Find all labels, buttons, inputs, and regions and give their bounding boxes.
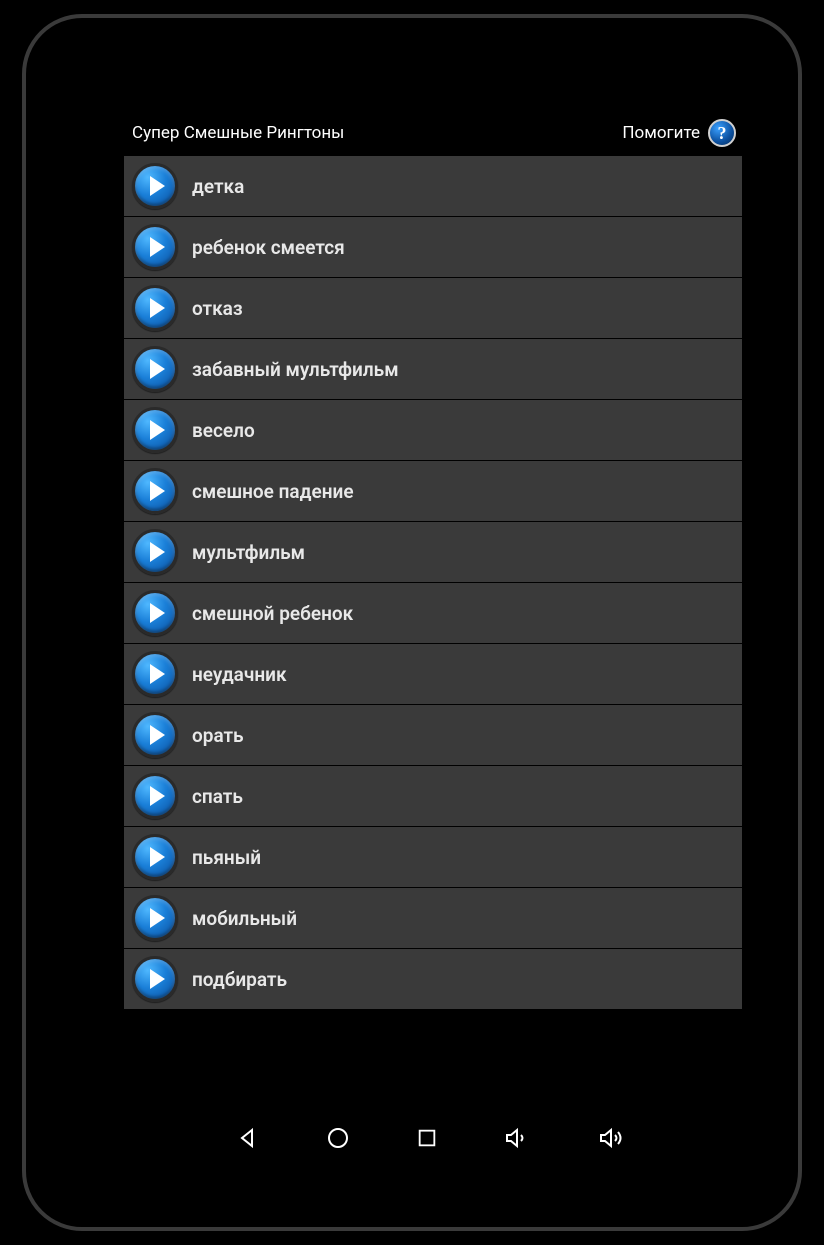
ringtone-label: смешной ребенок <box>192 602 353 625</box>
help-label[interactable]: Помогите <box>622 123 700 143</box>
play-icon[interactable] <box>132 224 178 270</box>
ringtone-label: смешное падение <box>192 480 354 503</box>
ringtone-list: детка ребенок смеется отказ забавный мул… <box>124 156 742 1009</box>
play-icon[interactable] <box>132 834 178 880</box>
play-icon[interactable] <box>132 651 178 697</box>
play-icon[interactable] <box>132 773 178 819</box>
ringtone-label: ребенок смеется <box>192 236 345 259</box>
app-header: Супер Смешные Рингтоны Помогите ? <box>124 110 742 156</box>
ringtone-label: забавный мультфильм <box>192 358 399 381</box>
play-icon[interactable] <box>132 895 178 941</box>
device-frame: Супер Смешные Рингтоны Помогите ? детка … <box>22 14 802 1231</box>
header-right: Помогите ? <box>622 119 736 147</box>
play-icon[interactable] <box>132 468 178 514</box>
list-item[interactable]: смешное падение <box>124 461 742 521</box>
list-item[interactable]: забавный мультфильм <box>124 339 742 399</box>
play-icon[interactable] <box>132 712 178 758</box>
help-question-mark: ? <box>718 123 727 144</box>
play-icon[interactable] <box>132 346 178 392</box>
list-item[interactable]: спать <box>124 766 742 826</box>
app-title: Супер Смешные Рингтоны <box>132 123 344 143</box>
ringtone-label: детка <box>192 175 244 198</box>
play-icon[interactable] <box>132 407 178 453</box>
play-icon[interactable] <box>132 956 178 1002</box>
ringtone-label: весело <box>192 419 255 442</box>
home-icon[interactable] <box>326 1126 350 1150</box>
list-item[interactable]: отказ <box>124 278 742 338</box>
list-item[interactable]: орать <box>124 705 742 765</box>
play-icon[interactable] <box>132 529 178 575</box>
ringtone-label: орать <box>192 724 244 747</box>
ringtone-label: мобильный <box>192 907 297 930</box>
help-icon[interactable]: ? <box>708 119 736 147</box>
list-item[interactable]: детка <box>124 156 742 216</box>
play-icon[interactable] <box>132 285 178 331</box>
app-screen: Супер Смешные Рингтоны Помогите ? детка … <box>124 110 742 1118</box>
ringtone-label: спать <box>192 785 243 808</box>
list-item[interactable]: мобильный <box>124 888 742 948</box>
volume-down-icon[interactable] <box>504 1126 532 1150</box>
list-item[interactable]: неудачник <box>124 644 742 704</box>
android-nav-bar <box>124 1113 742 1163</box>
list-item[interactable]: подбирать <box>124 949 742 1009</box>
list-item[interactable]: ребенок смеется <box>124 217 742 277</box>
ringtone-label: отказ <box>192 297 243 320</box>
ringtone-label: мультфильм <box>192 541 305 564</box>
list-item[interactable]: смешной ребенок <box>124 583 742 643</box>
list-item[interactable]: мультфильм <box>124 522 742 582</box>
ringtone-label: подбирать <box>192 968 287 991</box>
recent-apps-icon[interactable] <box>416 1127 438 1149</box>
play-icon[interactable] <box>132 590 178 636</box>
list-item[interactable]: пьяный <box>124 827 742 887</box>
volume-up-icon[interactable] <box>598 1126 630 1150</box>
ringtone-label: пьяный <box>192 846 261 869</box>
back-icon[interactable] <box>236 1126 260 1150</box>
play-icon[interactable] <box>132 163 178 209</box>
list-item[interactable]: весело <box>124 400 742 460</box>
ringtone-label: неудачник <box>192 663 287 686</box>
